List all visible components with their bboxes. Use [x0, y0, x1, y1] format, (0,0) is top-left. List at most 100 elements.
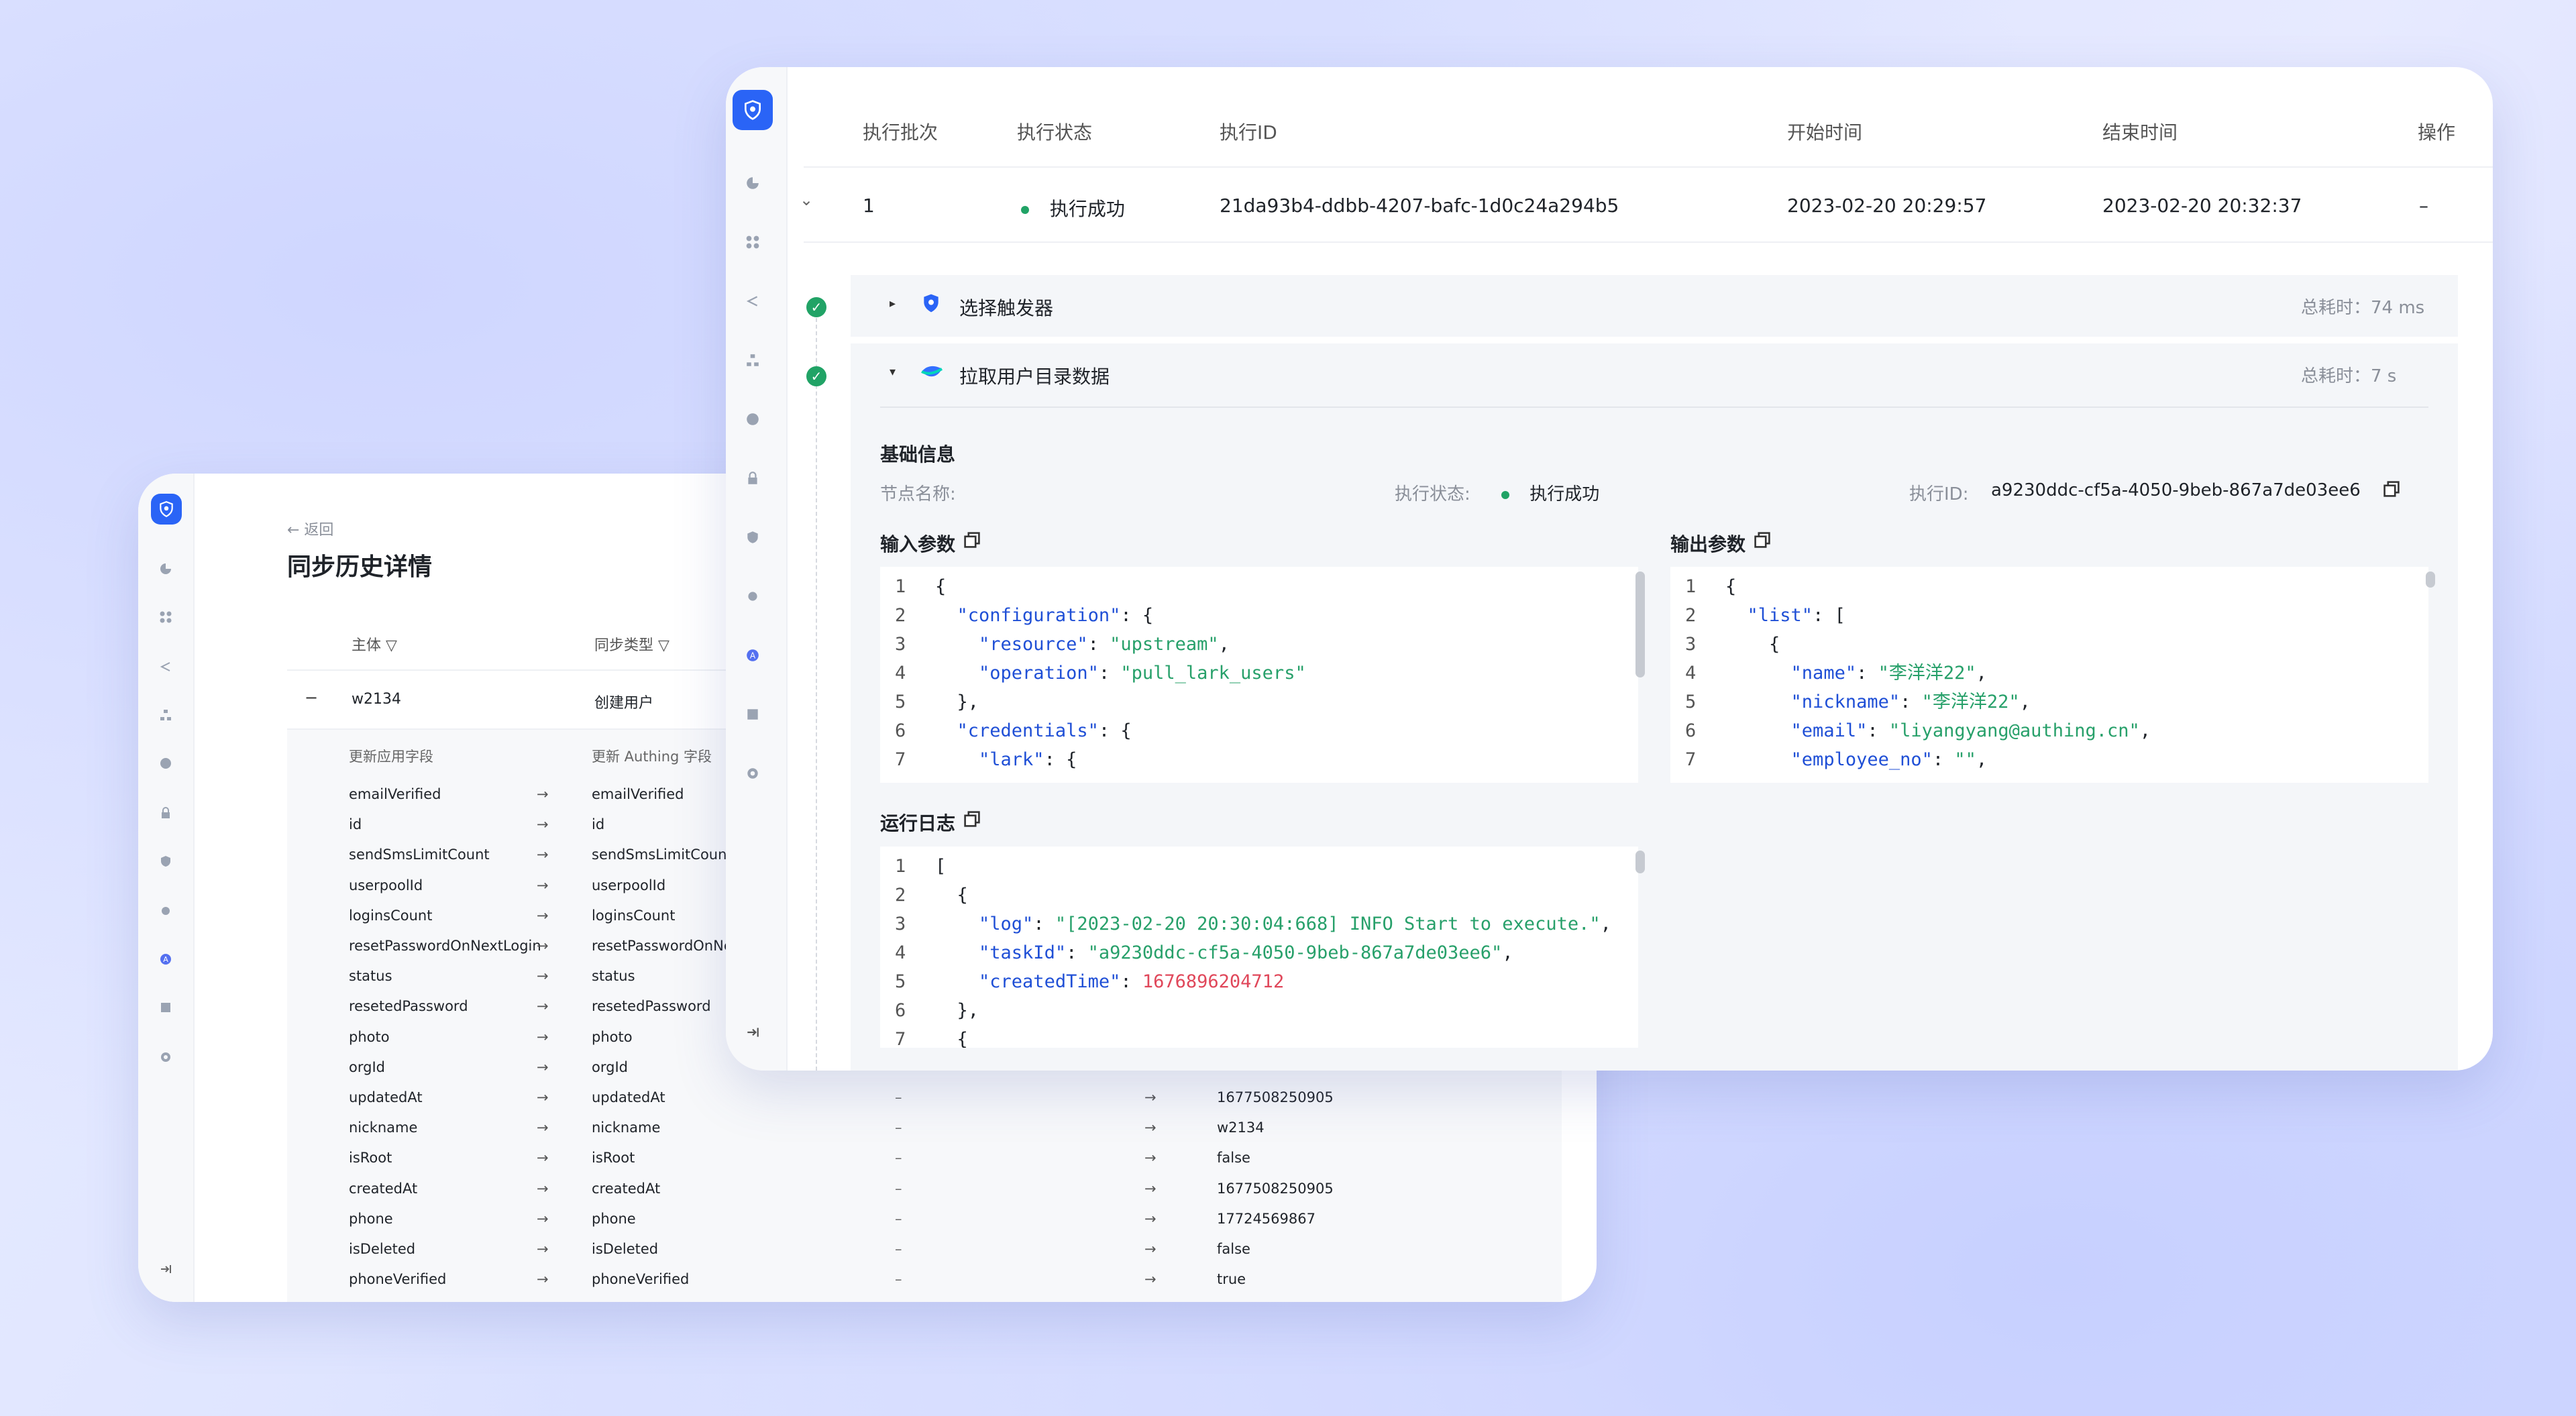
settings-icon[interactable]: [744, 765, 761, 782]
report-icon[interactable]: [744, 706, 761, 723]
exec-status-label: 执行状态:: [1395, 484, 1470, 504]
trigger-shield-icon: [920, 292, 942, 317]
apps-icon[interactable]: [744, 233, 761, 251]
back-link[interactable]: ← 返回: [287, 518, 333, 539]
lark-icon: [920, 362, 943, 385]
copy-output-icon[interactable]: [1754, 531, 1771, 551]
success-dot-icon: [1501, 490, 1509, 499]
org-icon[interactable]: [744, 351, 761, 369]
new-value: false: [1217, 1241, 1250, 1257]
th-end-time: 结束时间: [2102, 121, 2178, 144]
arrow-right-icon: →: [1144, 1271, 1157, 1287]
app-field-name: nickname: [349, 1120, 418, 1136]
globe-icon[interactable]: [744, 411, 761, 428]
column-header-sync-type[interactable]: 同步类型 ▽: [594, 633, 669, 655]
app-field-name: emailVerified: [349, 786, 441, 802]
copy-input-icon[interactable]: [963, 531, 981, 551]
output-scrollbar[interactable]: [2426, 571, 2435, 588]
arrow-right-icon: →: [537, 847, 549, 863]
old-value: –: [895, 1271, 902, 1287]
new-value: 1677508250905: [1217, 1181, 1334, 1197]
field-mapping-row: nickname → nickname – → w2134: [138, 1120, 1547, 1146]
arrow-right-icon: →: [537, 1241, 549, 1257]
basic-info-title: 基础信息: [880, 443, 956, 466]
input-scrollbar[interactable]: [1635, 571, 1645, 677]
field-mapping-row: isDeleted → isDeleted – → false: [138, 1241, 1547, 1268]
row-start-time: 2023-02-20 20:29:57: [1787, 195, 1987, 217]
apps-icon[interactable]: [158, 609, 174, 625]
arrow-right-icon: →: [537, 786, 549, 802]
execution-detail-window: A 执行批次 执行状态 执行ID 开始时间 结束时间 操作 ⌄ 1 执行成功 2…: [726, 67, 2493, 1071]
lock-icon[interactable]: [744, 470, 761, 487]
old-value: –: [895, 1181, 902, 1197]
collapse-icon[interactable]: [744, 1024, 761, 1041]
old-value: –: [895, 1211, 902, 1227]
arrow-right-icon: →: [1144, 1211, 1157, 1227]
row-batch: 1: [863, 195, 875, 217]
globe-icon[interactable]: [158, 755, 174, 771]
app-field-name: loginsCount: [349, 908, 433, 924]
app-field-name: updatedAt: [349, 1089, 423, 1105]
authing-field-name: resetPasswordOnNe: [592, 938, 733, 954]
authing-field-name: createdAt: [592, 1181, 661, 1197]
step1-header[interactable]: [851, 275, 2458, 337]
log-scrollbar[interactable]: [1635, 851, 1645, 873]
step1-name: 选择触发器: [959, 297, 1054, 319]
new-value: 17724569867: [1217, 1211, 1316, 1227]
app-field-name: status: [349, 968, 392, 984]
output-params-editor[interactable]: 1{ 2 "list": [ 3 { 4 "name": "李洋洋22", 5 …: [1670, 567, 2428, 783]
row-status: 执行成功: [1021, 195, 1125, 221]
copy-exec-id-icon[interactable]: [2383, 480, 2400, 500]
authing-field-name: userpoolId: [592, 877, 666, 893]
column-header-subject[interactable]: 主体 ▽: [352, 633, 397, 655]
new-value: true: [1217, 1271, 1246, 1287]
brand-logo-icon[interactable]: [733, 90, 773, 130]
old-value: –: [895, 1150, 902, 1166]
app-field-name: orgId: [349, 1059, 385, 1075]
arrow-right-icon: →: [537, 908, 549, 924]
shield-icon[interactable]: [744, 529, 761, 546]
font-icon[interactable]: A: [744, 647, 761, 664]
timeline-line: [816, 318, 818, 1071]
field-mapping-row: createdAt → createdAt – → 1677508250905: [138, 1181, 1547, 1207]
right-sidebar: A: [726, 67, 788, 1071]
exec-id-value: a9230ddc-cf5a-4050-9beb-867a7de03ee6: [1991, 480, 2361, 500]
row-expand-icon[interactable]: ⌄: [800, 190, 813, 209]
authing-field-name: phoneVerified: [592, 1271, 690, 1287]
run-log-editor[interactable]: 1[ 2 { 3 "log": "[2023-02-20 20:30:04:66…: [880, 847, 1638, 1048]
arrow-right-icon: →: [537, 998, 549, 1014]
exec-status-value: 执行成功: [1501, 480, 1599, 505]
dashboard-icon[interactable]: [744, 174, 761, 192]
authing-field-name: isDeleted: [592, 1241, 659, 1257]
app-field-name: userpoolId: [349, 877, 423, 893]
app-field-name: phone: [349, 1211, 393, 1227]
arrow-right-icon: →: [537, 1150, 549, 1166]
table-header-divider: [804, 166, 2493, 168]
input-params-editor[interactable]: 1{ 2 "configuration": { 3 "resource": "u…: [880, 567, 1638, 783]
app-field-name: resetPasswordOnNextLogin: [349, 938, 541, 954]
step2-caret-icon[interactable]: ▾: [890, 365, 896, 379]
step1-caret-icon[interactable]: ▸: [890, 296, 896, 311]
row-sync-type: 创建用户: [594, 695, 654, 712]
field-mapping-row: phoneVerified → phoneVerified – → true: [138, 1271, 1547, 1298]
row-collapse-toggle[interactable]: −: [305, 688, 318, 707]
org-icon[interactable]: [158, 707, 174, 723]
dashboard-icon[interactable]: [158, 561, 174, 577]
arrow-right-icon: →: [537, 1181, 549, 1197]
svg-text:A: A: [750, 651, 756, 660]
row-exec-id[interactable]: 21da93b4-ddbb-4207-bafc-1d0c24a294b5: [1220, 195, 1619, 217]
field-mapping-row: updatedAt → updatedAt – → 1677508250905: [138, 1089, 1547, 1116]
authing-field-name: updatedAt: [592, 1089, 665, 1105]
share-icon[interactable]: [744, 292, 761, 310]
brand-logo-icon[interactable]: [151, 494, 182, 525]
arrow-right-icon: →: [1144, 1120, 1157, 1136]
row-action[interactable]: –: [2419, 195, 2428, 217]
planet-icon[interactable]: [744, 588, 761, 605]
field-mapping-row: phone → phone – → 17724569867: [138, 1211, 1547, 1238]
th-status: 执行状态: [1017, 121, 1093, 144]
app-field-name: createdAt: [349, 1181, 418, 1197]
share-icon[interactable]: [158, 659, 174, 675]
copy-log-icon[interactable]: [963, 810, 981, 830]
th-batch: 执行批次: [863, 121, 938, 144]
old-value: –: [895, 1120, 902, 1136]
